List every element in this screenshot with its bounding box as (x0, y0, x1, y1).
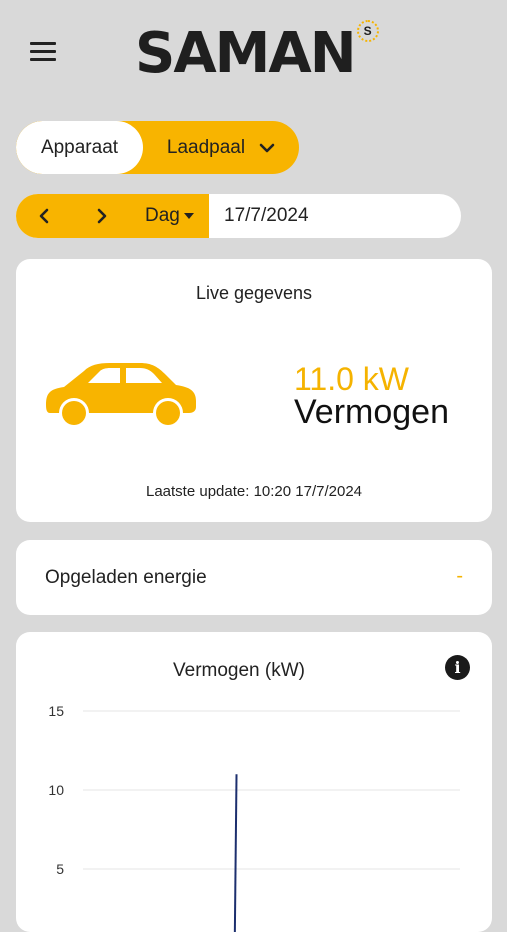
previous-date-button[interactable] (22, 194, 66, 238)
period-dropdown[interactable]: Dag (145, 194, 194, 238)
y-tick-label: 15 (48, 703, 64, 719)
car-icon (46, 363, 196, 427)
logo-text: SAMAN (135, 21, 357, 86)
charged-energy-label: Opgeladen energie (45, 566, 207, 588)
charged-energy-card[interactable]: Opgeladen energie - (16, 540, 492, 615)
live-title: Live gegevens (195, 283, 313, 303)
power-chart: 15 10 5 (48, 703, 460, 932)
y-tick-label: 5 (56, 861, 64, 877)
period-label: Dag (145, 205, 180, 226)
logo-sun-badge: S (356, 20, 379, 42)
last-update-text: Laatste update: 10:20 17/7/2024 (145, 483, 363, 500)
power-chart-card: Vermogen (kW) i 15 10 5 (16, 632, 492, 932)
next-date-button[interactable] (80, 194, 124, 238)
saman-logo: SAMAN S (135, 16, 379, 86)
toggle-laadpaal-label: Laadpaal (166, 136, 246, 158)
hamburger-menu-icon (30, 42, 56, 45)
y-tick-label: 10 (48, 782, 64, 798)
live-power-label: Vermogen (294, 393, 449, 431)
toggle-apparaat-label: Apparaat (40, 136, 119, 158)
toggle-apparaat[interactable]: Apparaat (16, 121, 143, 174)
chevron-left-icon (39, 208, 49, 224)
date-field[interactable]: 17/7/2024 (224, 194, 309, 238)
series-line (233, 774, 238, 932)
chevron-right-icon (97, 208, 107, 224)
menu-button[interactable] (30, 42, 56, 62)
chevron-down-icon (259, 143, 275, 152)
date-navigation: Dag 17/7/2024 (16, 194, 461, 238)
toggle-laadpaal[interactable]: Laadpaal (143, 121, 299, 174)
caret-down-icon (183, 213, 194, 219)
live-data-card: Live gegevens 11.0 kW Vermogen Laatste u… (16, 259, 492, 522)
charged-energy-value: - (456, 564, 463, 587)
device-toggle: Laadpaal Apparaat (16, 121, 299, 174)
